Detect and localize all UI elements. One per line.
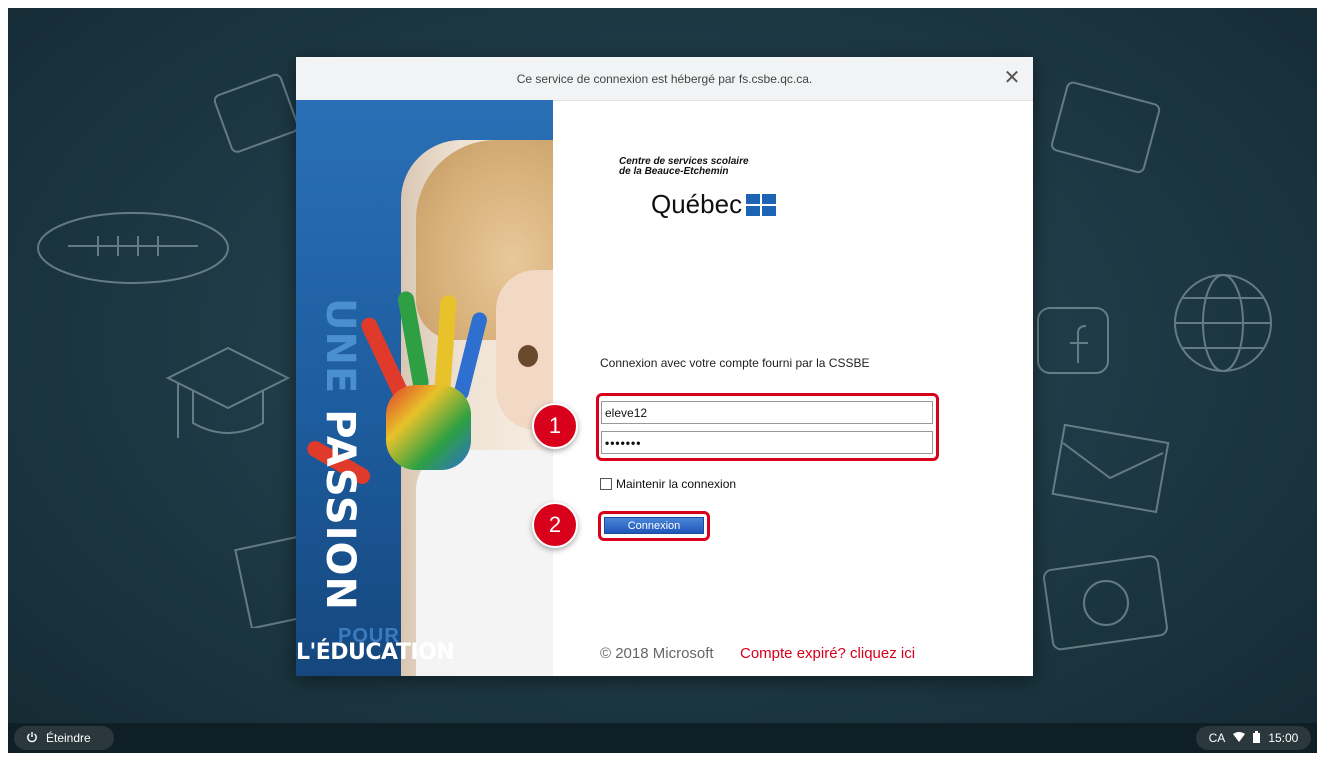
painted-hand xyxy=(304,290,489,510)
locale-indicator: CA xyxy=(1208,731,1226,745)
login-caption: Connexion avec votre compte fourni par l… xyxy=(600,356,870,370)
battery-icon xyxy=(1253,730,1261,746)
football-doodle xyxy=(28,198,238,303)
remember-label: Maintenir la connexion xyxy=(616,477,737,491)
facebook-doodle xyxy=(1028,298,1118,393)
step-2-badge: 2 xyxy=(532,502,578,548)
copyright-text: © 2018 Microsoft xyxy=(600,645,714,662)
expired-account-link[interactable]: Compte expiré? cliquez ici xyxy=(740,645,915,662)
slogan-une: UNE xyxy=(317,298,363,395)
username-input[interactable] xyxy=(601,401,933,424)
shutdown-button[interactable]: Éteindre xyxy=(14,726,114,750)
close-icon[interactable]: ✕ xyxy=(1001,67,1023,89)
power-icon xyxy=(26,731,38,746)
device-doodle xyxy=(1048,78,1168,183)
organization-name: Centre de services scolaire de la Beauce… xyxy=(619,156,749,177)
host-notice: Ce service de connexion est hébergé par … xyxy=(516,71,813,86)
child-eye xyxy=(518,345,538,367)
globe-doodle xyxy=(1168,268,1278,383)
tablet-doodle xyxy=(208,68,308,173)
login-form: Centre de services scolaire de la Beauce… xyxy=(532,100,1033,676)
gradcap-doodle xyxy=(158,338,298,463)
system-shelf: Éteindre CA 15:00 xyxy=(8,723,1317,753)
promo-banner: UNE PASSION POUR L'ÉDUCATION xyxy=(296,100,553,676)
slogan-education: L'ÉDUCATION xyxy=(296,640,455,665)
login-dialog: Ce service de connexion est hébergé par … xyxy=(296,57,1033,676)
envelope-doodle xyxy=(1048,418,1178,523)
dialog-header: Ce service de connexion est hébergé par … xyxy=(296,57,1033,101)
shutdown-label: Éteindre xyxy=(46,731,91,745)
wifi-icon xyxy=(1233,731,1246,745)
quebec-flag-icon xyxy=(746,193,777,216)
promo-slogan: UNE PASSION xyxy=(317,298,363,611)
quebec-logo: Québec xyxy=(651,189,777,220)
chromeos-login-screen: Ce service de connexion est hébergé par … xyxy=(8,8,1317,753)
remember-checkbox[interactable] xyxy=(600,478,612,490)
quebec-wordmark: Québec xyxy=(651,189,743,219)
camera-doodle xyxy=(1038,548,1178,663)
clock: 15:00 xyxy=(1268,731,1299,745)
step-1-badge: 1 xyxy=(532,403,578,449)
password-input[interactable] xyxy=(601,431,933,454)
connexion-button[interactable]: Connexion xyxy=(604,517,704,534)
slogan-passion: PASSION xyxy=(317,409,363,612)
status-tray[interactable]: CA 15:00 xyxy=(1196,726,1311,750)
remember-me[interactable]: Maintenir la connexion xyxy=(600,477,736,491)
